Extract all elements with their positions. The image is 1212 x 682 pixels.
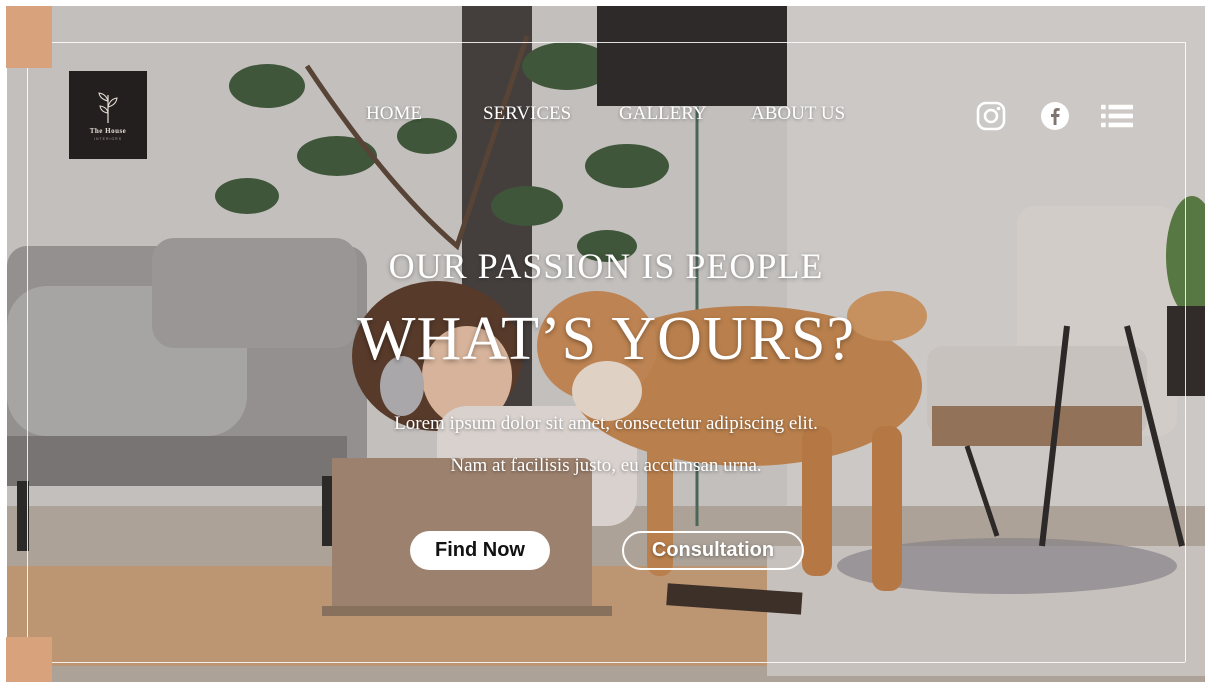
leaf-icon: [98, 92, 118, 123]
hero-body-line-2: Nam at facilisis justo, eu accumsan urna…: [450, 455, 762, 476]
frame-line-bottom: [27, 662, 1185, 663]
logo-tagline: INTERIORS: [93, 137, 123, 141]
instagram-icon[interactable]: [975, 100, 1007, 132]
brand-logo[interactable]: The House INTERIORS: [69, 71, 147, 159]
consultation-button[interactable]: Consultation: [622, 531, 804, 570]
hero-title: WHAT’S YOURS?: [356, 305, 856, 373]
nav-item-gallery[interactable]: GALLERY: [619, 103, 707, 125]
nav-item-home[interactable]: HOME: [366, 103, 422, 125]
accent-corner-bottom: [6, 637, 52, 682]
landing-page: The House INTERIORS HOME SERVICES GALLER…: [0, 0, 1212, 682]
nav-item-about-us[interactable]: ABOUT US: [751, 103, 845, 125]
logo-brand-name: The House: [89, 127, 127, 135]
menu-icon[interactable]: [1101, 100, 1133, 132]
find-now-button[interactable]: Find Now: [410, 531, 550, 570]
hero-section: The House INTERIORS HOME SERVICES GALLER…: [7, 6, 1205, 682]
frame-line-top: [27, 42, 1185, 43]
nav-item-services[interactable]: SERVICES: [483, 103, 571, 125]
accent-corner-top: [6, 6, 52, 68]
hero-subtitle: OUR PASSION IS PEOPLE: [388, 246, 824, 286]
facebook-icon[interactable]: [1039, 100, 1071, 132]
hero-body-line-1: Lorem ipsum dolor sit amet, consectetur …: [394, 413, 818, 434]
